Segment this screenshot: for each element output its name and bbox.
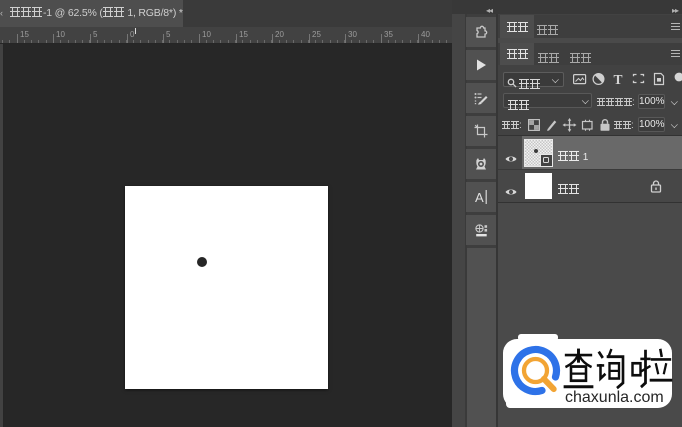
svg-text:A: A xyxy=(475,190,484,205)
svg-text:T: T xyxy=(614,72,623,87)
